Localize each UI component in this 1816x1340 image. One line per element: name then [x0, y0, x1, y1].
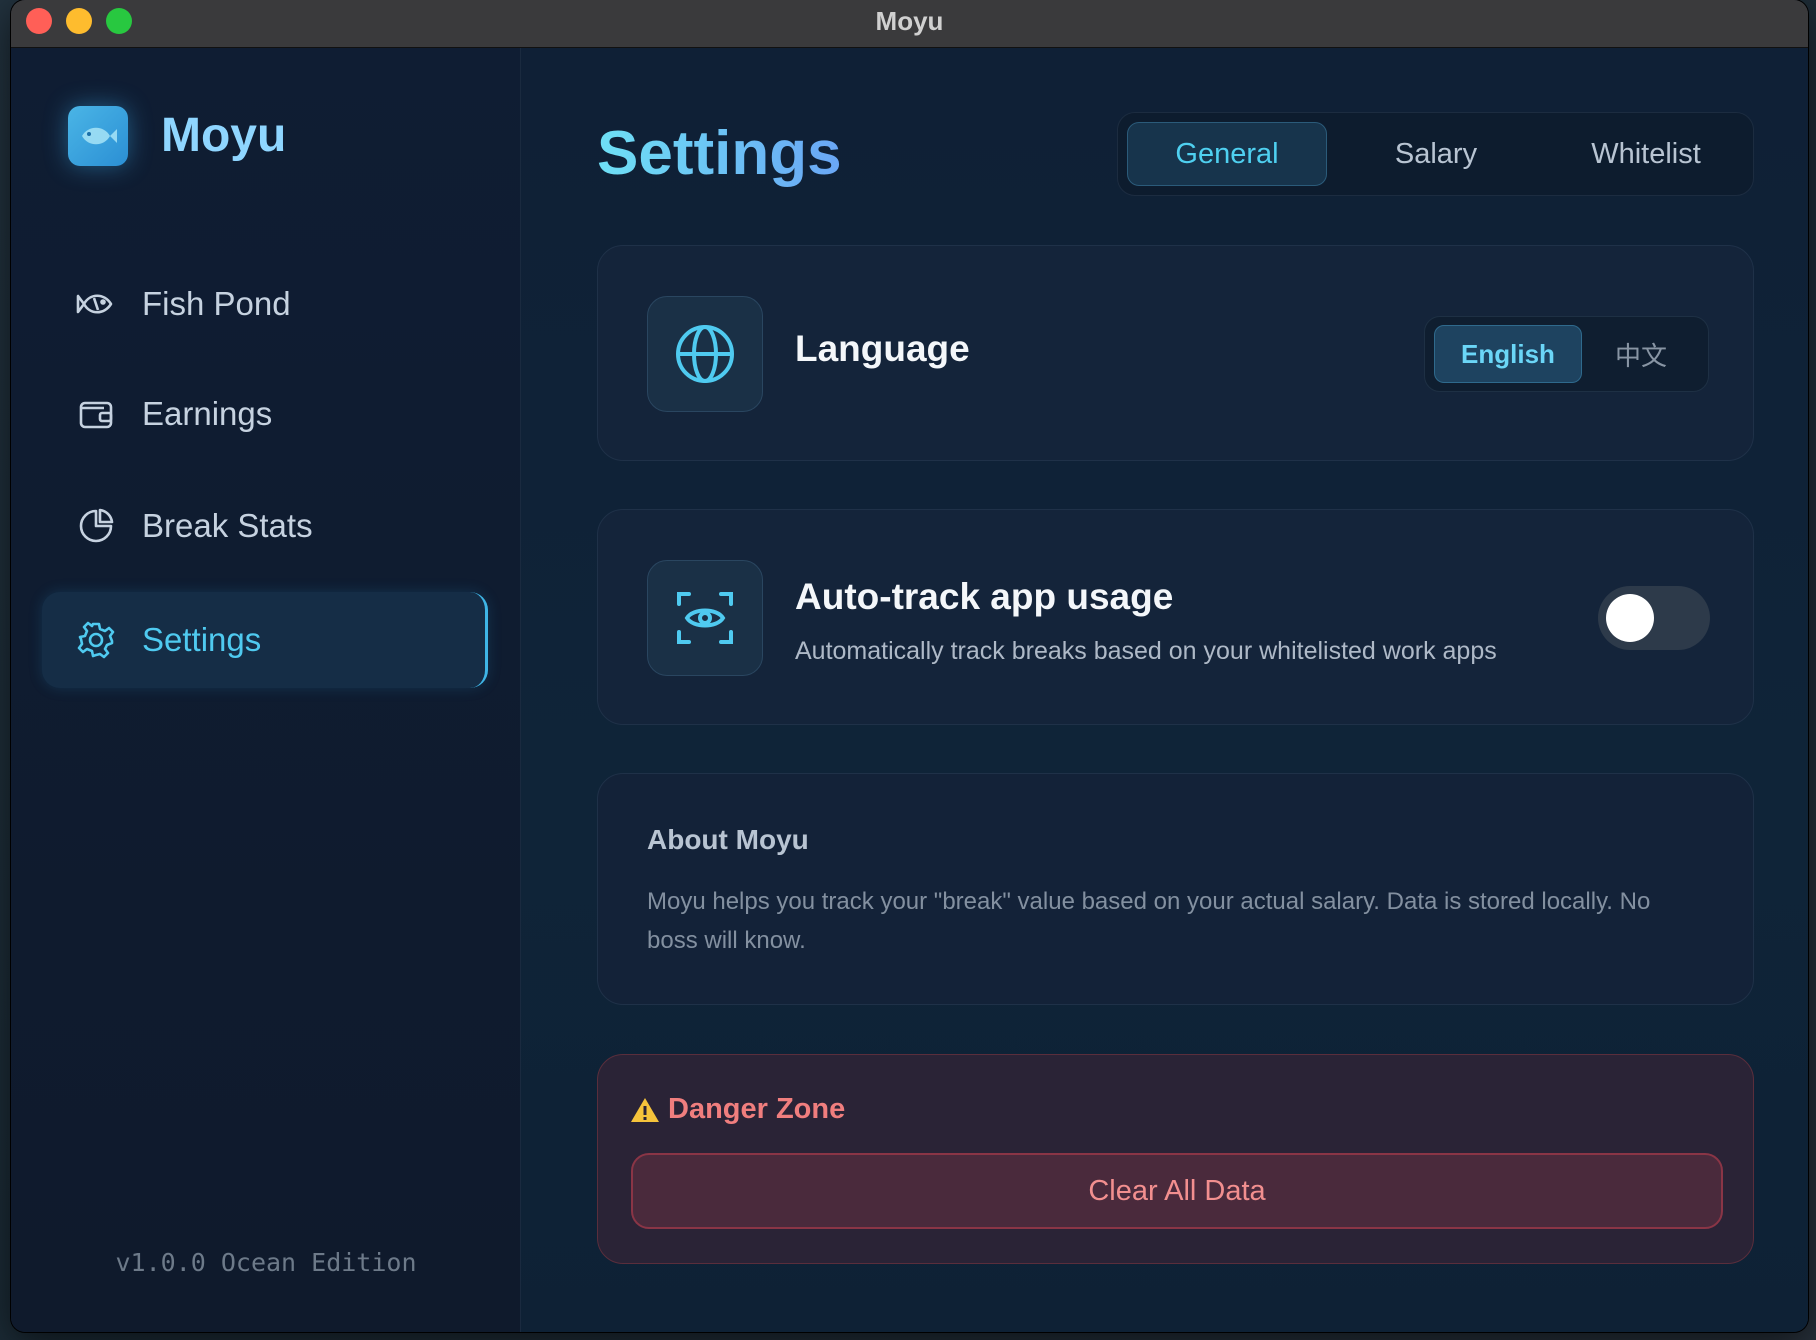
about-title: About Moyu [647, 824, 809, 855]
brand-name: Moyu [161, 109, 287, 162]
globe-icon [647, 296, 763, 412]
danger-zone-label: Danger Zone [668, 1093, 846, 1125]
main-content: Settings General Salary Whitelist Langua… [521, 48, 1808, 1332]
pie-chart-icon [79, 508, 114, 543]
sidebar-item-label: Break Stats [142, 507, 313, 544]
language-selector: English 中文 [1424, 316, 1709, 392]
page-title: Settings [597, 119, 842, 188]
tab-whitelist[interactable]: Whitelist [1546, 122, 1746, 186]
sidebar-item-label: Fish Pond [142, 285, 291, 322]
danger-zone-card: Danger Zone Clear All Data [597, 1054, 1754, 1264]
autotrack-toggle[interactable] [1598, 586, 1710, 650]
eye-scan-icon [647, 560, 763, 676]
version-label: v1.0.0 Ocean Edition [115, 1248, 417, 1277]
language-option-chinese[interactable]: 中文 [1567, 325, 1715, 383]
language-title: Language [795, 328, 970, 369]
autotrack-description: Automatically track breaks based on your… [795, 637, 1497, 665]
autotrack-title: Auto-track app usage [795, 576, 1174, 617]
tab-general[interactable]: General [1127, 122, 1327, 186]
sidebar-item-fish-pond[interactable]: Fish Pond [42, 256, 488, 352]
tab-salary[interactable]: Salary [1336, 122, 1536, 186]
toggle-knob [1606, 594, 1654, 642]
title-bar: Moyu [11, 0, 1808, 48]
window-title: Moyu [875, 6, 944, 36]
about-card: About Moyu Moyu helps you track your "br… [597, 773, 1754, 1005]
danger-zone-title: Danger Zone [630, 1093, 845, 1126]
wallet-icon [79, 401, 113, 429]
sidebar-item-label: Earnings [142, 395, 273, 432]
gear-icon [77, 621, 115, 659]
clear-all-data-button[interactable]: Clear All Data [631, 1153, 1723, 1229]
fish-icon [76, 294, 113, 314]
app-window: Moyu Moyu Fish Pond Earnings Break Stats… [11, 0, 1808, 1332]
fish-logo-icon [68, 106, 128, 166]
settings-tabs: General Salary Whitelist [1117, 112, 1754, 196]
sidebar-item-break-stats[interactable]: Break Stats [42, 478, 488, 574]
language-card: Language English 中文 [597, 245, 1754, 461]
language-option-english[interactable]: English [1434, 325, 1582, 383]
warning-icon [631, 1097, 659, 1122]
sidebar-item-settings[interactable]: Settings [42, 592, 488, 688]
about-text: Moyu helps you track your "break" value … [647, 888, 1651, 954]
sidebar-item-earnings[interactable]: Earnings [42, 366, 488, 462]
sidebar-item-label: Settings [142, 621, 262, 658]
autotrack-card: Auto-track app usage Automatically track… [597, 509, 1754, 725]
sidebar: Moyu Fish Pond Earnings Break Stats Sett… [11, 48, 521, 1332]
